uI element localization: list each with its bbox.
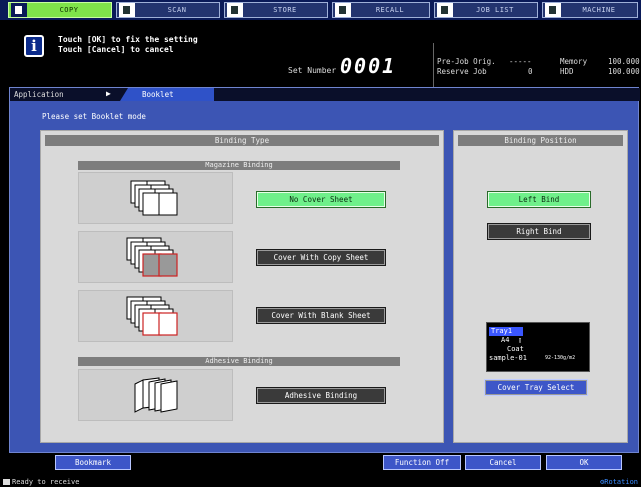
store-icon [227,3,243,17]
memory-label: Memory [560,57,588,66]
adhesive-illustration [78,369,233,421]
cover-with-blank-sheet-button[interactable]: Cover With Blank Sheet [256,307,386,324]
tab-copy-label: COPY [59,6,79,14]
reserve-job-value: 0 [528,67,533,76]
recall-icon [335,3,351,17]
message-line-1: Touch [OK] to fix the setting [58,35,198,44]
magazine-binding-header: Magazine Binding [78,161,400,170]
tab-copy[interactable]: COPY [8,2,112,18]
adhesive-binding-button[interactable]: Adhesive Binding [256,387,386,404]
binding-position-header: Binding Position [458,135,623,146]
hdd-value: 100.000 [608,67,640,76]
no-cover-sheet-button[interactable]: No Cover Sheet [256,191,386,208]
tab-recall-label: RECALL [375,6,405,14]
tray-paper-weight: 92-130g/m2 [545,355,576,361]
memory-value: 100.000 [608,57,640,66]
tray-paper-type: Coat [507,345,524,353]
info-icon: i [24,35,44,57]
breadcrumb-current: Booklet [120,88,214,101]
machine-icon [545,3,561,17]
cover-blank-illustration [78,290,233,342]
set-number-label: Set Number [288,66,337,75]
tray-paper-size: A4 [501,336,510,344]
tab-job-list-label: JOB LIST [476,6,514,14]
tab-machine[interactable]: MACHINE [542,2,638,18]
no-cover-illustration [78,172,233,224]
breadcrumb: Application ▶ Booklet [10,88,640,101]
tray-paper-name: sample-01 [489,354,527,362]
printer-icon [3,479,10,485]
rotation-indicator[interactable]: ⚙Rotation [600,478,638,486]
cover-with-copy-sheet-button[interactable]: Cover With Copy Sheet [256,249,386,266]
booklet-cover-blank-icon [126,296,178,336]
tab-store[interactable]: STORE [224,2,328,18]
tray-name: Tray1 [491,327,513,335]
booklet-no-cover-icon [130,180,178,216]
tab-scan[interactable]: SCAN [116,2,220,18]
copy-icon [11,3,27,17]
hdd-label: HDD [560,67,574,76]
function-off-button[interactable]: Function Off [383,455,461,470]
cover-copy-illustration [78,231,233,283]
message-line-2: Touch [Cancel] to cancel [58,45,174,54]
binding-type-panel: Binding Type Magazine Binding No Cover S… [40,130,444,443]
right-bind-button[interactable]: Right Bind [487,223,591,240]
left-bind-button[interactable]: Left Bind [487,191,591,208]
cover-tray-info: Tray1 A4 ▯ Coat sample-01 92-130g/m2 [486,322,590,372]
booklet-adhesive-icon [134,377,178,413]
status-bar [0,477,641,487]
scan-icon [119,3,135,17]
tab-machine-label: MACHINE [582,6,616,14]
pre-job-value: ----- [509,57,532,66]
set-number-value: 0001 [340,54,397,78]
message-area: i Touch [OK] to fix the setting Touch [C… [0,21,641,103]
page-prompt: Please set Booklet mode [42,112,146,121]
bookmark-button[interactable]: Bookmark [55,455,131,470]
pre-job-label: Pre-Job Orig. [437,57,496,66]
ok-button[interactable]: OK [546,455,622,470]
binding-position-panel: Binding Position Left Bind Right Bind [453,130,628,443]
tab-recall[interactable]: RECALL [332,2,430,18]
reserve-job-label: Reserve Job [437,67,487,76]
mode-tab-bar: COPY SCAN STORE RECALL JOB LIST MACHINE [0,0,641,20]
tab-scan-label: SCAN [167,6,187,14]
paper-orientation-icon: ▯ [518,336,523,344]
cover-tray-select-button[interactable]: Cover Tray Select [484,379,588,396]
cancel-button[interactable]: Cancel [465,455,541,470]
status-text: Ready to receive [12,478,80,486]
job-list-icon [437,3,453,17]
booklet-main-panel: Application ▶ Booklet Please set Booklet… [9,87,640,453]
breadcrumb-arrow-icon: ▶ [106,89,111,98]
breadcrumb-application[interactable]: Application [14,90,64,99]
adhesive-binding-header: Adhesive Binding [78,357,400,366]
rotation-label: Rotation [604,478,638,486]
tab-job-list[interactable]: JOB LIST [434,2,538,18]
tab-store-label: STORE [273,6,297,14]
binding-type-header: Binding Type [45,135,439,146]
booklet-cover-copy-icon [126,237,178,277]
instruction-message: Touch [OK] to fix the setting Touch [Can… [58,35,198,55]
